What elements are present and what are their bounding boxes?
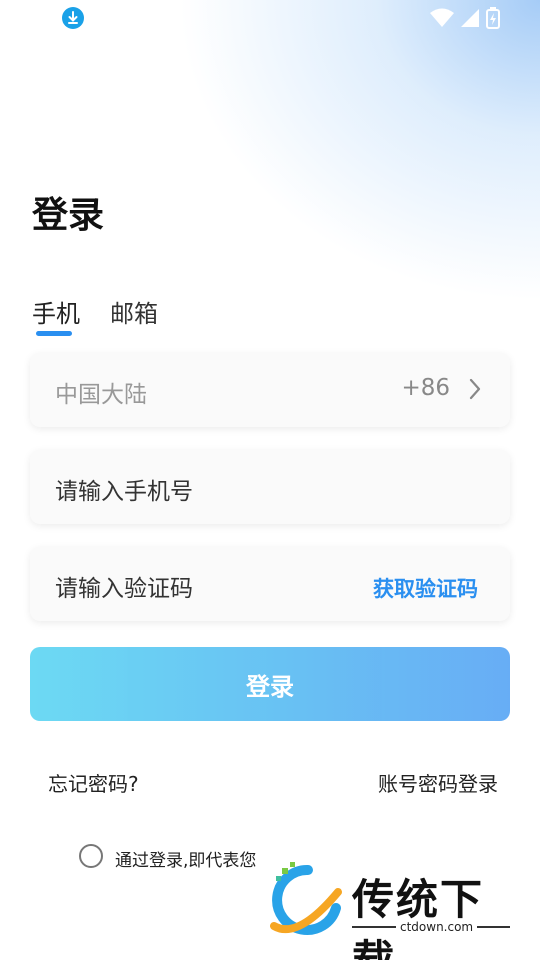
code-input[interactable]: 请输入验证码 获取验证码	[30, 547, 510, 621]
tab-indicator	[36, 331, 72, 336]
status-bar: 9:39	[0, 0, 540, 36]
phone-placeholder: 请输入手机号	[55, 479, 193, 505]
get-code-button[interactable]: 获取验证码	[373, 573, 478, 603]
agreement-checkbox[interactable]	[79, 844, 103, 868]
tab-phone[interactable]: 手机	[32, 294, 80, 329]
agreement-text: 通过登录,即代表您	[115, 851, 257, 871]
forgot-password-link[interactable]: 忘记密码?	[48, 768, 139, 797]
tab-email[interactable]: 邮箱	[110, 294, 158, 329]
region-label: 中国大陆	[55, 382, 147, 408]
phone-input[interactable]: 请输入手机号	[30, 450, 510, 524]
wifi-icon	[430, 8, 454, 27]
code-placeholder: 请输入验证码	[55, 576, 193, 602]
watermark-logo: 传统下载 ctdown.com	[268, 862, 518, 960]
login-button[interactable]: 登录	[30, 647, 510, 721]
status-time: 9:39	[12, 6, 62, 30]
account-login-link[interactable]: 账号密码登录	[378, 768, 498, 797]
signal-icon	[461, 9, 479, 27]
download-icon	[62, 7, 84, 29]
chevron-right-icon	[469, 378, 481, 400]
logo-icon	[270, 862, 342, 935]
battery-icon	[486, 7, 500, 29]
page-title: 登录	[32, 195, 105, 236]
region-code: +86	[401, 375, 450, 401]
status-icons	[430, 7, 500, 29]
region-selector[interactable]: 中国大陆 +86	[30, 353, 510, 427]
watermark-subtitle: ctdown.com	[396, 920, 478, 934]
watermark-title: 传统下载	[352, 875, 485, 960]
